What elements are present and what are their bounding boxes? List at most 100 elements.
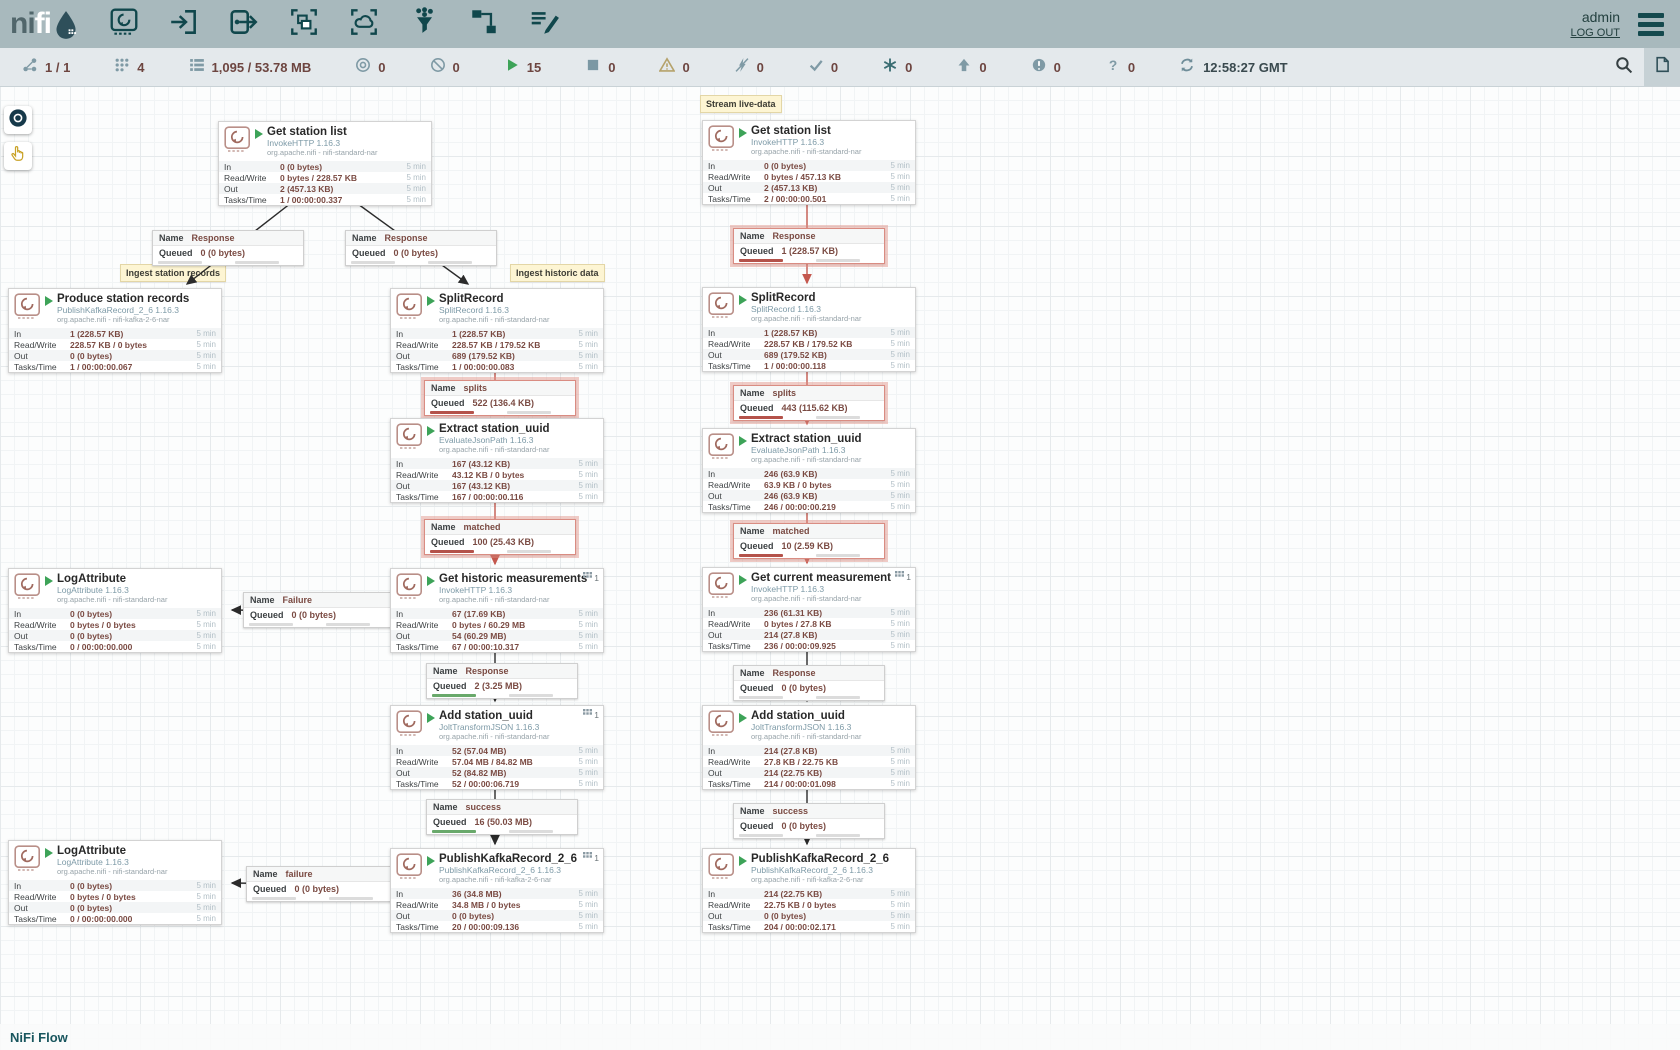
stat-window: 5 min [882,900,910,909]
connection-label[interactable]: NamesplitsQueued443 (115.62 KB) [733,385,885,421]
connection-queued-value: 0 (0 bytes) [782,821,827,831]
toolbar-output-port-button[interactable] [227,7,261,41]
connection-label[interactable]: NamesplitsQueued522 (136.4 KB) [424,380,576,416]
stat-label: Tasks/Time [396,362,452,372]
processor[interactable]: LogAttributeLogAttribute 1.16.3org.apach… [8,840,222,925]
processor[interactable]: PublishKafkaRecord_2_6PublishKafkaRecord… [702,848,916,933]
running-icon [504,57,520,78]
backpressure-bars [734,415,884,420]
connection-label[interactable]: NamematchedQueued10 (2.59 KB) [733,523,885,559]
stat-label: Out [396,351,452,361]
processor[interactable]: SplitRecordSplitRecord 1.16.3org.apache.… [702,287,916,372]
stat-row: Tasks/Time52 / 00:00:06.7195 min [391,778,603,789]
connection-label[interactable]: NamesuccessQueued16 (50.03 MB) [426,799,578,835]
connection-label[interactable]: NameFailureQueued0 (0 bytes) [243,592,395,628]
stat-window: 5 min [882,339,910,348]
processor[interactable]: Get station listInvokeHTTP 1.16.3org.apa… [702,120,916,205]
processor[interactable]: Extract station_uuidEvaluateJsonPath 1.1… [390,418,604,503]
global-menu-button[interactable] [1634,9,1668,40]
connection-label[interactable]: NameResponseQueued0 (0 bytes) [345,230,497,266]
processor[interactable]: PublishKafkaRecord_2_6PublishKafkaRecord… [390,848,604,933]
connection-queued-value: 0 (0 bytes) [394,248,439,258]
processor[interactable]: Get current measurementInvokeHTTP 1.16.3… [702,567,916,652]
stat-row: Tasks/Time246 / 00:00:00.2195 min [703,501,915,512]
stat-window: 5 min [570,911,598,920]
stat-row: Out54 (60.29 MB)5 min [391,630,603,641]
processor[interactable]: Get historic measurementsInvokeHTTP 1.16… [390,568,604,653]
stat-window: 5 min [882,350,910,359]
connection-label[interactable]: NameResponseQueued0 (0 bytes) [152,230,304,266]
run-status-icon [427,296,435,306]
thread-grid-icon [583,572,592,583]
connection-queued-key: Queued [431,398,465,408]
toolbar-input-port-button[interactable] [167,7,201,41]
stat-value: 22.75 KB / 0 bytes [764,900,882,910]
header-right: admin LOG OUT [1570,9,1668,40]
status-value: 15 [527,60,541,75]
logout-link[interactable]: LOG OUT [1570,27,1620,39]
stat-row: Out2 (457.13 KB)5 min [703,182,915,193]
stat-value: 27.8 KB / 22.75 KB [764,757,882,767]
connection-label[interactable]: NamefailureQueued0 (0 bytes) [246,866,398,902]
circle-tool-button[interactable] [4,106,32,134]
processor-type: InvokeHTTP 1.16.3 [267,138,377,148]
stat-label: Read/Write [14,620,70,630]
stat-value: 43.12 KB / 0 bytes [452,470,570,480]
toolbar-remote-process-group-button[interactable] [347,7,381,41]
stat-label: In [708,889,764,899]
panel-toggle-button[interactable] [1644,48,1680,86]
processor[interactable]: Extract station_uuidEvaluateJsonPath 1.1… [702,428,916,513]
refresh-block[interactable]: 12:58:27 GMT [1179,57,1288,78]
stat-window: 5 min [570,329,598,338]
connection-label[interactable]: NamesuccessQueued0 (0 bytes) [733,803,885,839]
status-value: 0 [682,60,689,75]
connection-label[interactable]: NameResponseQueued1 (228.57 KB) [733,228,885,264]
stat-window: 5 min [570,459,598,468]
connection-label[interactable]: NamematchedQueued100 (25.43 KB) [424,519,576,555]
processor[interactable]: Produce station recordsPublishKafkaRecor… [8,288,222,373]
processor[interactable]: Get station listInvokeHTTP 1.16.3org.apa… [218,121,432,206]
stat-row: Out0 (0 bytes)5 min [703,910,915,921]
label-icon [528,6,560,43]
backpressure-bars [734,258,884,263]
toolbar-process-group-button[interactable] [287,7,321,41]
toolbar-funnel-button[interactable] [407,7,441,41]
processor[interactable]: Add station_uuidJoltTransformJSON 1.16.3… [702,705,916,790]
active-threads-count: 1 [594,853,599,863]
toolbar-label-button[interactable] [527,7,561,41]
stat-window: 5 min [570,470,598,479]
toolbar-processor-button[interactable] [107,7,141,41]
stat-row: Read/Write22.75 KB / 0 bytes5 min [703,899,915,910]
toolbar-template-button[interactable] [467,7,501,41]
logo-text-ni: ni [10,7,35,41]
backpressure-bars [427,693,577,698]
breadcrumb[interactable]: NiFi Flow [10,1030,68,1045]
refresh-icon[interactable] [1179,57,1195,78]
connection-queued-value: 522 (136.4 KB) [473,398,535,408]
stat-row: Read/Write0 bytes / 0 bytes5 min [9,891,221,902]
processor[interactable]: LogAttributeLogAttribute 1.16.3org.apach… [8,568,222,653]
search-button[interactable] [1604,48,1644,86]
stat-value: 228.57 KB / 179.52 KB [452,340,570,350]
stat-row: Read/Write27.8 KB / 22.75 KB5 min [703,756,915,767]
stat-window: 5 min [882,502,910,511]
hand-tool-button[interactable] [4,142,32,170]
processor-icon [14,293,41,325]
breadcrumb-bar: NiFi Flow [0,1024,1680,1050]
stat-row: In0 (0 bytes)5 min [9,880,221,891]
stat-window: 5 min [882,746,910,755]
template-icon [468,6,500,43]
connection-name-value: success [466,802,502,812]
processor[interactable]: SplitRecordSplitRecord 1.16.3org.apache.… [390,288,604,373]
stat-window: 5 min [188,351,216,360]
flow-canvas[interactable]: NiFi Flow Ingest station recordsIngest h… [0,86,1680,1050]
stat-value: 167 (43.12 KB) [452,481,570,491]
stat-value: 0 bytes / 27.8 KB [764,619,882,629]
processor[interactable]: Add station_uuidJoltTransformJSON 1.16.3… [390,705,604,790]
connection-label[interactable]: NameResponseQueued2 (3.25 MB) [426,663,578,699]
stat-row: Out246 (63.9 KB)5 min [703,490,915,501]
connection-label[interactable]: NameResponseQueued0 (0 bytes) [733,665,885,701]
logo-text-fi: fi [35,7,51,41]
stat-window: 5 min [570,900,598,909]
stat-row: In214 (22.75 KB)5 min [703,888,915,899]
